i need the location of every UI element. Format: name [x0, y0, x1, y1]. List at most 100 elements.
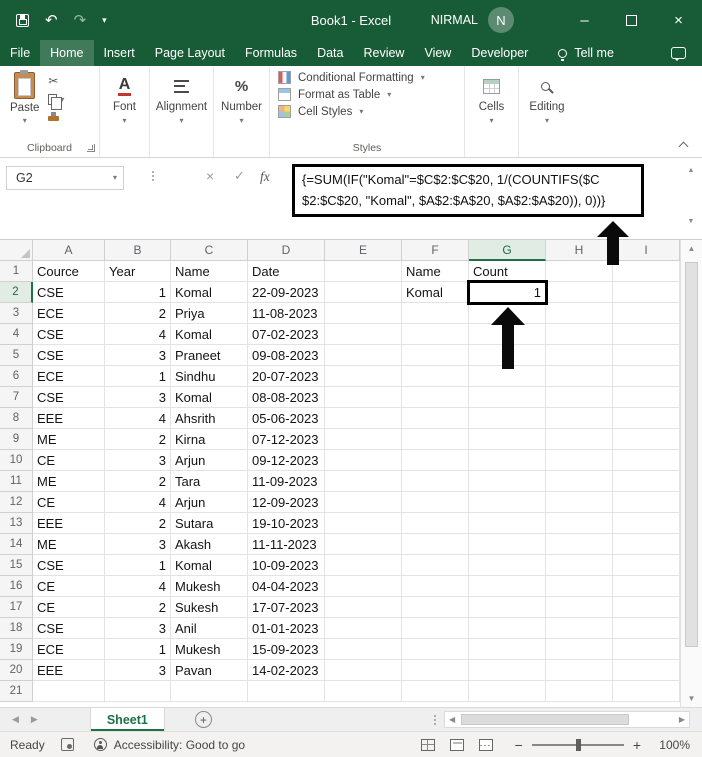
tab-developer[interactable]: Developer: [461, 40, 538, 66]
cell-B14[interactable]: 3: [105, 534, 171, 555]
cell-G7[interactable]: [469, 387, 546, 408]
zoom-level[interactable]: 100%: [650, 738, 690, 752]
cell-I12[interactable]: [613, 492, 680, 513]
name-box-caret-icon[interactable]: ▾: [113, 174, 117, 182]
vertical-scroll-thumb[interactable]: [685, 262, 698, 647]
cell-I3[interactable]: [613, 303, 680, 324]
tab-review[interactable]: Review: [353, 40, 414, 66]
cell-H20[interactable]: [546, 660, 613, 681]
cell-G6[interactable]: [469, 366, 546, 387]
cell-A7[interactable]: CSE: [33, 387, 105, 408]
cell-B21[interactable]: [105, 681, 171, 702]
cell-B10[interactable]: 3: [105, 450, 171, 471]
enter-icon[interactable]: ✓: [234, 169, 245, 182]
cell-B13[interactable]: 2: [105, 513, 171, 534]
cell-E1[interactable]: [325, 261, 402, 282]
row-header-19[interactable]: 19: [0, 639, 33, 660]
cell-G21[interactable]: [469, 681, 546, 702]
cell-C2[interactable]: Komal: [171, 282, 248, 303]
cell-B6[interactable]: 1: [105, 366, 171, 387]
cell-B20[interactable]: 3: [105, 660, 171, 681]
sheet-tab-sheet1[interactable]: Sheet1: [89, 708, 165, 731]
clipboard-dialog-launcher-icon[interactable]: [87, 144, 95, 152]
vertical-scrollbar[interactable]: ▲ ▼: [680, 240, 702, 707]
cell-C6[interactable]: Sindhu: [171, 366, 248, 387]
cell-H13[interactable]: [546, 513, 613, 534]
zoom-in-icon[interactable]: +: [633, 738, 641, 752]
cell-B3[interactable]: 2: [105, 303, 171, 324]
cell-C12[interactable]: Arjun: [171, 492, 248, 513]
cell-A10[interactable]: CE: [33, 450, 105, 471]
cell-D20[interactable]: 14-02-2023: [248, 660, 325, 681]
avatar[interactable]: N: [488, 7, 514, 33]
cell-I14[interactable]: [613, 534, 680, 555]
cell-F21[interactable]: [402, 681, 469, 702]
cell-D1[interactable]: Date: [248, 261, 325, 282]
cell-G18[interactable]: [469, 618, 546, 639]
cell-F3[interactable]: [402, 303, 469, 324]
cell-H19[interactable]: [546, 639, 613, 660]
comment-icon[interactable]: [671, 47, 686, 61]
conditional-formatting-button[interactable]: Conditional Formatting ▾: [278, 71, 458, 84]
cell-E4[interactable]: [325, 324, 402, 345]
cell-F8[interactable]: [402, 408, 469, 429]
cell-A11[interactable]: ME: [33, 471, 105, 492]
cell-H7[interactable]: [546, 387, 613, 408]
horizontal-scroll-thumb[interactable]: [461, 714, 630, 725]
cell-F10[interactable]: [402, 450, 469, 471]
cell-I17[interactable]: [613, 597, 680, 618]
cell-C19[interactable]: Mukesh: [171, 639, 248, 660]
cell-G13[interactable]: [469, 513, 546, 534]
cell-I5[interactable]: [613, 345, 680, 366]
cell-E3[interactable]: [325, 303, 402, 324]
cell-G11[interactable]: [469, 471, 546, 492]
cell-D2[interactable]: 22-09-2023: [248, 282, 325, 303]
cell-D21[interactable]: [248, 681, 325, 702]
tell-me-button[interactable]: Tell me: [558, 40, 614, 66]
cell-H18[interactable]: [546, 618, 613, 639]
select-all-corner[interactable]: [0, 240, 33, 261]
horizontal-scrollbar[interactable]: ◀ ▶: [444, 711, 690, 728]
scroll-left-icon[interactable]: ◀: [445, 715, 459, 724]
cell-C21[interactable]: [171, 681, 248, 702]
cell-E18[interactable]: [325, 618, 402, 639]
cut-icon[interactable]: ✂: [48, 75, 58, 87]
format-painter-icon[interactable]: [48, 112, 60, 121]
normal-view-icon[interactable]: [420, 738, 435, 751]
cell-B16[interactable]: 4: [105, 576, 171, 597]
cell-C14[interactable]: Akash: [171, 534, 248, 555]
cell-H4[interactable]: [546, 324, 613, 345]
cell-A6[interactable]: ECE: [33, 366, 105, 387]
cell-F13[interactable]: [402, 513, 469, 534]
tab-file[interactable]: File: [0, 40, 40, 66]
cell-A21[interactable]: [33, 681, 105, 702]
cell-A1[interactable]: Cource: [33, 261, 105, 282]
cell-I20[interactable]: [613, 660, 680, 681]
cell-B19[interactable]: 1: [105, 639, 171, 660]
cell-A9[interactable]: ME: [33, 429, 105, 450]
cell-E6[interactable]: [325, 366, 402, 387]
cell-I8[interactable]: [613, 408, 680, 429]
row-header-17[interactable]: 17: [0, 597, 33, 618]
cell-C5[interactable]: Praneet: [171, 345, 248, 366]
cell-E14[interactable]: [325, 534, 402, 555]
cell-B12[interactable]: 4: [105, 492, 171, 513]
cell-I10[interactable]: [613, 450, 680, 471]
cell-F6[interactable]: [402, 366, 469, 387]
cell-B7[interactable]: 3: [105, 387, 171, 408]
formula-scroll-down-icon[interactable]: ▼: [688, 218, 695, 225]
scroll-down-icon[interactable]: ▼: [681, 694, 702, 703]
cell-D14[interactable]: 11-11-2023: [248, 534, 325, 555]
format-as-table-button[interactable]: Format as Table ▾: [278, 88, 458, 101]
cell-I7[interactable]: [613, 387, 680, 408]
cells-group[interactable]: Cells ▾: [465, 66, 519, 157]
cell-C11[interactable]: Tara: [171, 471, 248, 492]
cell-H11[interactable]: [546, 471, 613, 492]
formula-scroll-up-icon[interactable]: ▲: [688, 167, 695, 174]
cell-F14[interactable]: [402, 534, 469, 555]
cell-F2[interactable]: Komal: [402, 282, 469, 303]
cell-E17[interactable]: [325, 597, 402, 618]
cell-I11[interactable]: [613, 471, 680, 492]
cell-I19[interactable]: [613, 639, 680, 660]
cell-A17[interactable]: CE: [33, 597, 105, 618]
